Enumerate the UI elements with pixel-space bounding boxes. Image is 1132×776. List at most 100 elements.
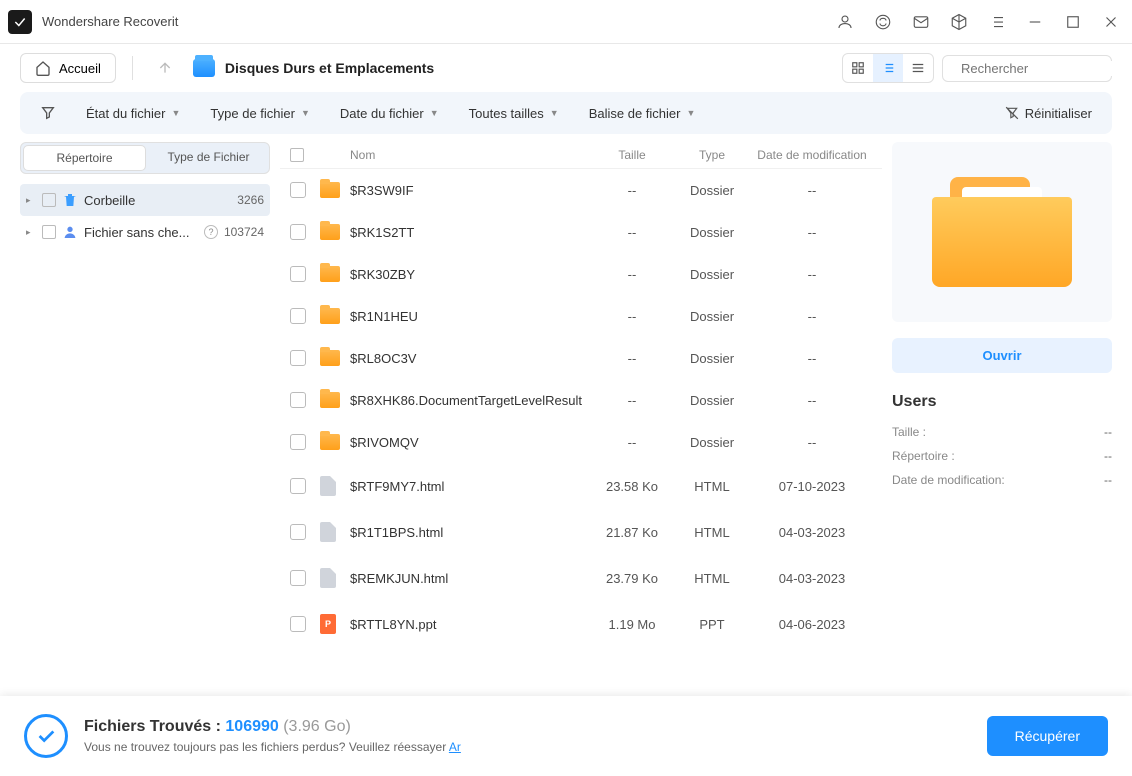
row-checkbox[interactable] (290, 392, 306, 408)
tab-directory[interactable]: Répertoire (23, 145, 146, 171)
filter-size[interactable]: Toutes tailles▼ (469, 106, 559, 121)
file-size: -- (592, 309, 672, 324)
maximize-icon[interactable] (1064, 13, 1082, 31)
folder-icon (320, 224, 340, 240)
file-size: 23.58 Ko (592, 479, 672, 494)
file-size: -- (592, 267, 672, 282)
table-row[interactable]: $RTF9MY7.html23.58 KoHTML07-10-2023 (280, 463, 882, 509)
hint-text: Vous ne trouvez toujours pas les fichier… (84, 740, 971, 754)
tree-checkbox[interactable] (42, 193, 56, 207)
file-type: Dossier (672, 393, 752, 408)
file-date: 04-03-2023 (752, 571, 872, 586)
row-checkbox[interactable] (290, 266, 306, 282)
file-type: Dossier (672, 225, 752, 240)
main-area: Répertoire Type de Fichier ▸Corbeille326… (0, 142, 1132, 696)
list-body[interactable]: $R3SW9IF--Dossier--$RK1S2TT--Dossier--$R… (280, 169, 882, 696)
tree: ▸Corbeille3266▸Fichier sans che...?10372… (20, 184, 270, 248)
person-icon (62, 224, 78, 240)
search-input[interactable] (961, 61, 1132, 76)
file-size: 21.87 Ko (592, 525, 672, 540)
home-button[interactable]: Accueil (20, 53, 116, 83)
open-button[interactable]: Ouvrir (892, 338, 1112, 373)
table-row[interactable]: $RK30ZBY--Dossier-- (280, 253, 882, 295)
grid-view-button[interactable] (843, 54, 873, 82)
recover-button[interactable]: Récupérer (987, 716, 1108, 756)
table-row[interactable]: $RK1S2TT--Dossier-- (280, 211, 882, 253)
toolbar: Accueil Disques Durs et Emplacements (0, 44, 1132, 92)
list-view-button[interactable] (873, 54, 903, 82)
file-size: -- (592, 225, 672, 240)
home-label: Accueil (59, 61, 101, 76)
row-checkbox[interactable] (290, 434, 306, 450)
retry-link[interactable]: Ar (449, 740, 461, 754)
file-type: Dossier (672, 435, 752, 450)
col-type[interactable]: Type (672, 148, 752, 162)
help-icon[interactable]: ? (204, 225, 218, 239)
tree-item[interactable]: ▸Corbeille3266 (20, 184, 270, 216)
folder-icon (320, 308, 340, 324)
table-row[interactable]: $R1N1HEU--Dossier-- (280, 295, 882, 337)
reset-button[interactable]: Réinitialiser (1005, 106, 1092, 121)
titlebar: Wondershare Recoverit (0, 0, 1132, 44)
table-row[interactable]: $R3SW9IF--Dossier-- (280, 169, 882, 211)
detail-view-button[interactable] (903, 54, 933, 82)
filter-date[interactable]: Date du fichier▼ (340, 106, 439, 121)
tab-filetype[interactable]: Type de Fichier (148, 143, 269, 173)
search-box[interactable] (942, 55, 1112, 82)
app-logo (8, 10, 32, 34)
chevron-down-icon: ▼ (687, 108, 696, 118)
up-arrow-icon (157, 60, 173, 76)
file-type: Dossier (672, 309, 752, 324)
file-name: $RTTL8YN.ppt (350, 617, 592, 632)
file-name: $RK1S2TT (350, 225, 592, 240)
bottom-bar: Fichiers Trouvés : 106990 (3.96 Go) Vous… (0, 696, 1132, 776)
document-icon (320, 522, 336, 542)
expand-icon[interactable]: ▸ (26, 195, 36, 206)
filter-type[interactable]: Type de fichier▼ (210, 106, 309, 121)
table-row[interactable]: $REMKJUN.html23.79 KoHTML04-03-2023 (280, 555, 882, 601)
row-checkbox[interactable] (290, 524, 306, 540)
row-checkbox[interactable] (290, 478, 306, 494)
table-row[interactable]: $R8XHK86.DocumentTargetLevelResult--Doss… (280, 379, 882, 421)
filter-tag[interactable]: Balise de fichier▼ (589, 106, 696, 121)
preview-panel: Ouvrir Users Taille :--Répertoire :--Dat… (892, 142, 1112, 696)
table-row[interactable]: P$RTTL8YN.ppt1.19 MoPPT04-06-2023 (280, 601, 882, 647)
close-icon[interactable] (1102, 13, 1120, 31)
cube-icon[interactable] (950, 13, 968, 31)
expand-icon[interactable]: ▸ (26, 227, 36, 238)
select-all-checkbox[interactable] (290, 148, 304, 162)
table-row[interactable]: $RIVOMQV--Dossier-- (280, 421, 882, 463)
file-size: -- (592, 183, 672, 198)
row-checkbox[interactable] (290, 182, 306, 198)
filter-bar: État du fichier▼ Type de fichier▼ Date d… (20, 92, 1112, 134)
drive-icon (193, 59, 215, 77)
file-date: 04-03-2023 (752, 525, 872, 540)
col-size[interactable]: Taille (592, 148, 672, 162)
support-icon[interactable] (874, 13, 892, 31)
mail-icon[interactable] (912, 13, 930, 31)
table-row[interactable]: $R1T1BPS.html21.87 KoHTML04-03-2023 (280, 509, 882, 555)
row-checkbox[interactable] (290, 224, 306, 240)
file-date: -- (752, 435, 872, 450)
file-type: Dossier (672, 183, 752, 198)
up-button[interactable] (149, 52, 181, 84)
minimize-icon[interactable] (1026, 13, 1044, 31)
filter-icon[interactable] (40, 105, 56, 121)
view-toggle (842, 53, 934, 83)
meta-value: -- (1104, 425, 1112, 439)
breadcrumb[interactable]: Disques Durs et Emplacements (193, 59, 434, 77)
tree-item[interactable]: ▸Fichier sans che...?103724 (20, 216, 270, 248)
list-icon[interactable] (988, 13, 1006, 31)
col-date[interactable]: Date de modification (752, 148, 872, 162)
account-icon[interactable] (836, 13, 854, 31)
row-checkbox[interactable] (290, 308, 306, 324)
filter-state[interactable]: État du fichier▼ (86, 106, 180, 121)
row-checkbox[interactable] (290, 616, 306, 632)
table-row[interactable]: $RL8OC3V--Dossier-- (280, 337, 882, 379)
row-checkbox[interactable] (290, 350, 306, 366)
col-name[interactable]: Nom (350, 148, 592, 162)
meta-row: Date de modification:-- (892, 473, 1112, 487)
tree-checkbox[interactable] (42, 225, 56, 239)
meta-value: -- (1104, 449, 1112, 463)
row-checkbox[interactable] (290, 570, 306, 586)
